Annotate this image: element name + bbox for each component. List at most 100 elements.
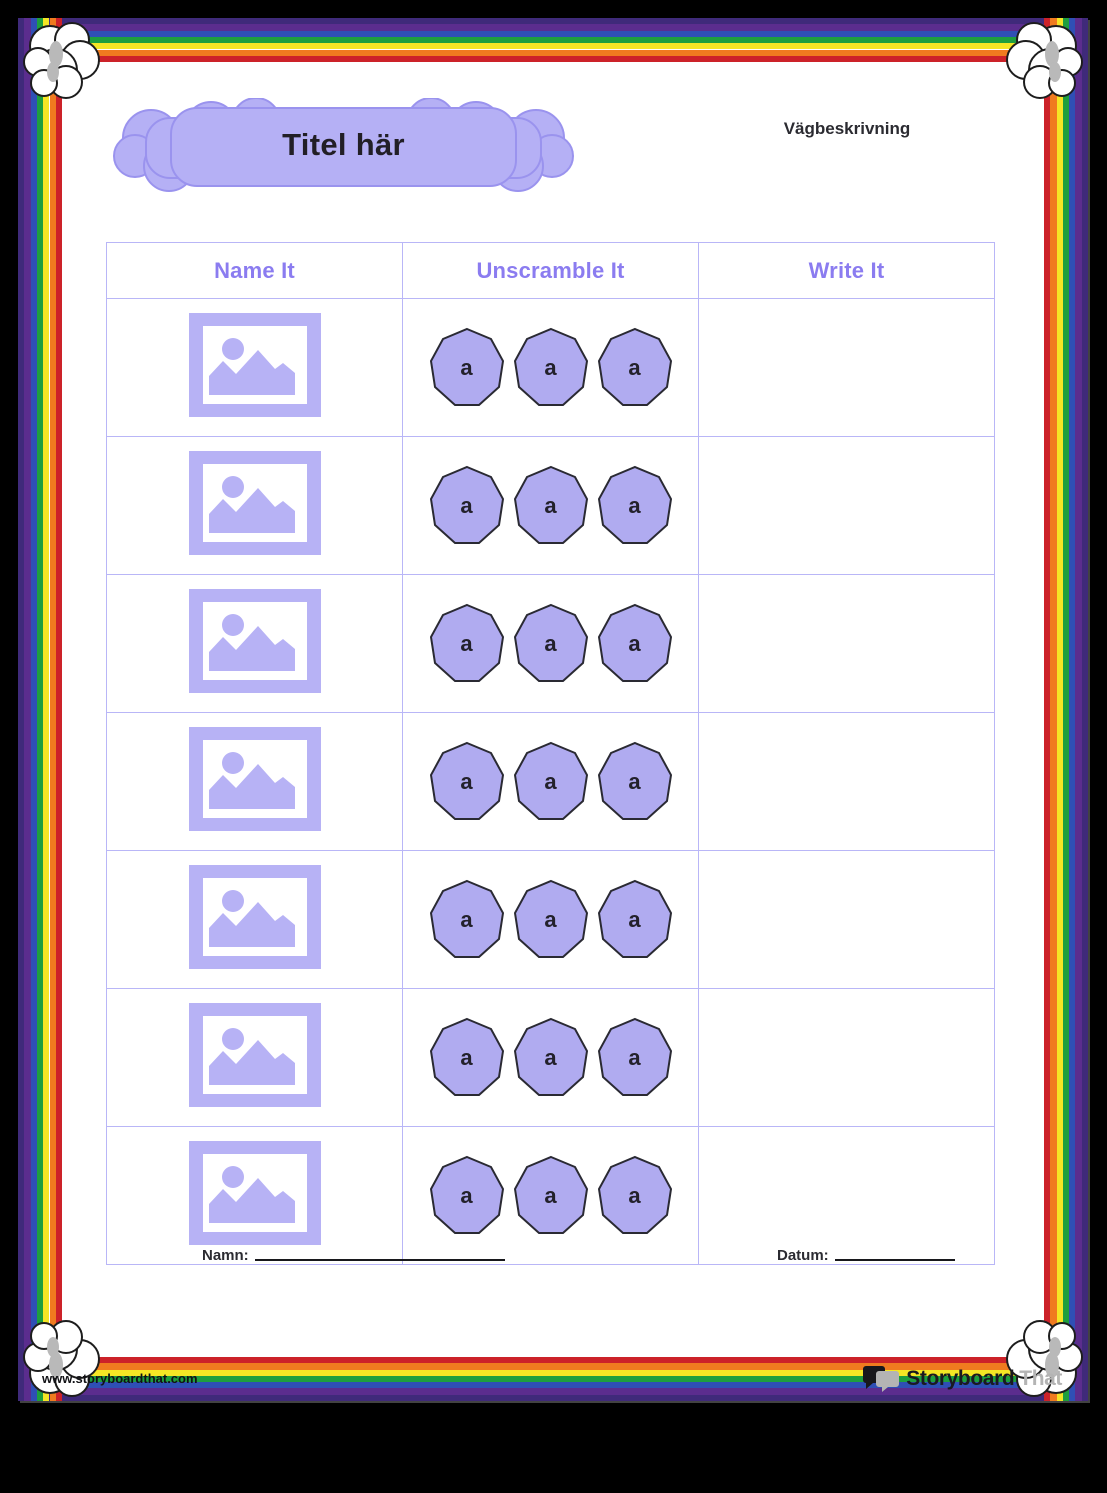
cell-unscramble-it: a a a <box>402 436 699 575</box>
letter-tile[interactable]: a <box>513 879 589 961</box>
letter-tile-text: a <box>460 1044 473 1070</box>
footer-fields: Namn: Datum: <box>62 1247 1044 1287</box>
table-row: a a a <box>106 436 995 575</box>
table-header-row: Name It Unscramble It Write It <box>106 242 995 299</box>
letter-tile[interactable]: a <box>513 1155 589 1237</box>
letter-tile[interactable]: a <box>513 465 589 547</box>
cell-write-it[interactable] <box>698 574 995 713</box>
image-placeholder-icon <box>188 589 321 693</box>
column-header-write-it: Write It <box>698 242 995 299</box>
letter-tile-text: a <box>628 492 641 518</box>
letter-tile-group: a a a <box>403 1017 698 1099</box>
cell-name-it <box>106 1126 403 1265</box>
letter-tile[interactable]: a <box>597 327 673 409</box>
letter-tile[interactable]: a <box>429 1155 505 1237</box>
cell-unscramble-it: a a a <box>402 712 699 851</box>
cell-name-it <box>106 436 403 575</box>
cell-write-it[interactable] <box>698 850 995 989</box>
cell-unscramble-it: a a a <box>402 298 699 437</box>
letter-tile-text: a <box>628 768 641 794</box>
cell-name-it <box>106 988 403 1127</box>
cell-write-it[interactable] <box>698 712 995 851</box>
cell-unscramble-it: a a a <box>402 850 699 989</box>
letter-tile[interactable]: a <box>597 879 673 961</box>
letter-tile[interactable]: a <box>513 741 589 823</box>
column-header-name-it: Name It <box>106 242 403 299</box>
cell-unscramble-it: a a a <box>402 574 699 713</box>
cell-name-it <box>106 574 403 713</box>
cell-write-it[interactable] <box>698 436 995 575</box>
letter-tile[interactable]: a <box>597 603 673 685</box>
name-field-label: Namn: <box>202 1247 249 1264</box>
column-header-unscramble-it: Unscramble It <box>402 242 699 299</box>
cloud-decoration-top-left <box>20 20 104 106</box>
letter-tile-text: a <box>460 354 473 380</box>
letter-tile[interactable]: a <box>597 1017 673 1099</box>
rainbow-border-top <box>18 18 1088 63</box>
letter-tile-text: a <box>628 630 641 656</box>
name-field[interactable]: Namn: <box>202 1247 505 1264</box>
letter-tile-group: a a a <box>403 465 698 547</box>
logo-secondary-text: That <box>1019 1367 1062 1390</box>
worksheet-page: Titel här Vägbeskrivning Name It Unscram… <box>0 0 1107 1493</box>
table-body: a a a a a a a a a a a a a a a a a a a a … <box>106 298 995 1265</box>
cell-name-it <box>106 298 403 437</box>
letter-tile[interactable]: a <box>513 1017 589 1099</box>
cell-write-it[interactable] <box>698 298 995 437</box>
letter-tile-group: a a a <box>403 603 698 685</box>
letter-tile[interactable]: a <box>429 327 505 409</box>
letter-tile-group: a a a <box>403 1155 698 1237</box>
worksheet-content: Titel här Vägbeskrivning Name It Unscram… <box>62 62 1044 1357</box>
table-row: a a a <box>106 988 995 1127</box>
letter-tile-text: a <box>544 354 557 380</box>
letter-tile[interactable]: a <box>429 741 505 823</box>
letter-tile-text: a <box>460 768 473 794</box>
table-row: a a a <box>106 1126 995 1265</box>
storyboardthat-logo[interactable]: Storyboard That <box>861 1366 1062 1392</box>
table-row: a a a <box>106 850 995 989</box>
letter-tile[interactable]: a <box>597 465 673 547</box>
letter-tile-text: a <box>544 1182 557 1208</box>
cloud-decoration-top-right <box>1002 20 1086 106</box>
cell-write-it[interactable] <box>698 988 995 1127</box>
letter-tile-text: a <box>628 1044 641 1070</box>
letter-tile-group: a a a <box>403 327 698 409</box>
cell-write-it[interactable] <box>698 1126 995 1265</box>
letter-tile[interactable]: a <box>429 879 505 961</box>
page-title: Titel här <box>282 127 405 162</box>
logo-primary-text: Storyboard <box>906 1367 1015 1390</box>
letter-tile[interactable]: a <box>513 603 589 685</box>
letter-tile-text: a <box>628 1182 641 1208</box>
letter-tile-group: a a a <box>403 741 698 823</box>
letter-tile[interactable]: a <box>429 603 505 685</box>
worksheet-table-wrap: Name It Unscramble It Write It a a a a a… <box>106 242 995 1265</box>
letter-tile-text: a <box>628 906 641 932</box>
letter-tile-text: a <box>544 768 557 794</box>
worksheet-sheet: Titel här Vägbeskrivning Name It Unscram… <box>18 18 1088 1401</box>
image-placeholder-icon <box>188 1003 321 1107</box>
letter-tile-text: a <box>460 630 473 656</box>
letter-tile[interactable]: a <box>513 327 589 409</box>
letter-tile-group: a a a <box>403 879 698 961</box>
image-placeholder-icon <box>188 313 321 417</box>
cell-unscramble-it: a a a <box>402 988 699 1127</box>
date-field[interactable]: Datum: <box>777 1247 955 1264</box>
image-placeholder-icon <box>188 727 321 831</box>
cell-name-it <box>106 712 403 851</box>
letter-tile[interactable]: a <box>429 1017 505 1099</box>
directions-label: Vägbeskrivning <box>783 119 911 138</box>
cell-name-it <box>106 850 403 989</box>
letter-tile[interactable]: a <box>597 1155 673 1237</box>
letter-tile[interactable]: a <box>429 465 505 547</box>
image-placeholder-icon <box>188 865 321 969</box>
name-field-rule[interactable] <box>254 1259 505 1261</box>
rainbow-border-right <box>1043 18 1088 1401</box>
letter-tile-text: a <box>544 1044 557 1070</box>
letter-tile[interactable]: a <box>597 741 673 823</box>
letter-tile-text: a <box>628 354 641 380</box>
cloud-decoration-bottom-left <box>20 1313 104 1399</box>
site-url-text[interactable]: www.storyboardthat.com <box>42 1371 198 1386</box>
date-field-label: Datum: <box>777 1247 829 1264</box>
date-field-rule[interactable] <box>834 1259 955 1261</box>
table-row: a a a <box>106 574 995 713</box>
